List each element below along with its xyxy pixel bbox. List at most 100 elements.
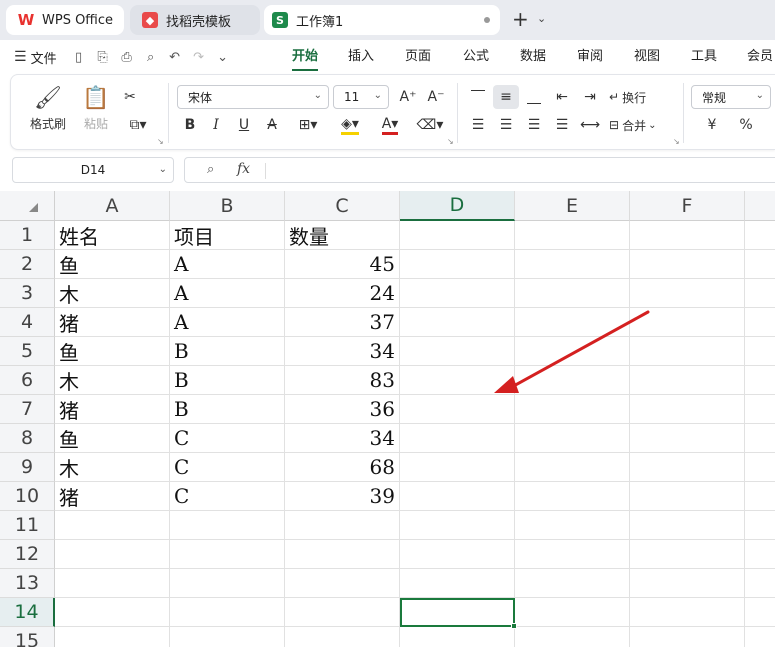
column-header-b[interactable]: B: [170, 191, 285, 221]
font-size-select[interactable]: 11 ⌄: [333, 85, 389, 109]
cell-b13[interactable]: [170, 569, 285, 598]
row-header-3[interactable]: 3: [0, 279, 55, 308]
tab-daoke-templates[interactable]: ◆ 找稻壳模板: [130, 5, 260, 35]
unsaved-dot-icon[interactable]: [484, 17, 490, 23]
cell-d8[interactable]: [400, 424, 515, 453]
wrap-text-button[interactable]: ↵ 换行: [609, 85, 646, 109]
cell-g7[interactable]: [745, 395, 775, 424]
cell-d5[interactable]: [400, 337, 515, 366]
cell-b15[interactable]: [170, 627, 285, 647]
cell-f1[interactable]: [630, 221, 745, 250]
cell-c10[interactable]: 39: [285, 482, 400, 511]
cell-a7[interactable]: 猪: [55, 395, 170, 424]
increase-font-button[interactable]: A⁺: [395, 85, 421, 109]
align-middle-button[interactable]: ≡: [493, 85, 519, 109]
cell-c5[interactable]: 34: [285, 337, 400, 366]
column-header-e[interactable]: E: [515, 191, 630, 221]
justify-button[interactable]: ☰: [549, 113, 575, 137]
cell-e4[interactable]: [515, 308, 630, 337]
export-icon[interactable]: ⎘: [91, 45, 115, 69]
cell-g14[interactable]: [745, 598, 775, 627]
align-left-button[interactable]: ☰: [465, 113, 491, 137]
chevron-down-icon[interactable]: ⌄: [211, 45, 235, 69]
cell-c14[interactable]: [285, 598, 400, 627]
row-header-2[interactable]: 2: [0, 250, 55, 279]
currency-button[interactable]: ¥: [695, 113, 729, 137]
cell-c6[interactable]: 83: [285, 366, 400, 395]
cell-a1[interactable]: 姓名: [55, 221, 170, 250]
cell-g3[interactable]: [745, 279, 775, 308]
cell-d3[interactable]: [400, 279, 515, 308]
cell-d15[interactable]: [400, 627, 515, 647]
row-header-10[interactable]: 10: [0, 482, 55, 511]
row-header-5[interactable]: 5: [0, 337, 55, 366]
cut-button[interactable]: ✂: [117, 85, 143, 109]
row-header-9[interactable]: 9: [0, 453, 55, 482]
cell-f11[interactable]: [630, 511, 745, 540]
new-tab-plus-icon[interactable]: +: [512, 9, 529, 29]
cell-e3[interactable]: [515, 279, 630, 308]
print-preview-icon[interactable]: ⌕: [139, 45, 163, 69]
cell-c2[interactable]: 45: [285, 250, 400, 279]
cell-b4[interactable]: A: [170, 308, 285, 337]
clear-format-button[interactable]: ⌫▾: [413, 113, 447, 137]
number-format-select[interactable]: 常规 ⌄: [691, 85, 771, 109]
print-icon[interactable]: ⎙: [115, 45, 139, 69]
cell-a5[interactable]: 鱼: [55, 337, 170, 366]
cell-c1[interactable]: 数量: [285, 221, 400, 250]
cell-f10[interactable]: [630, 482, 745, 511]
cell-g8[interactable]: [745, 424, 775, 453]
row-header-11[interactable]: 11: [0, 511, 55, 540]
cell-c8[interactable]: 34: [285, 424, 400, 453]
strikethrough-button[interactable]: A: [259, 113, 285, 137]
dialog-launcher-icon[interactable]: ↘: [157, 137, 164, 146]
cell-a15[interactable]: [55, 627, 170, 647]
chevron-down-icon[interactable]: ⌄: [537, 12, 546, 25]
redo-icon[interactable]: ↷: [187, 45, 211, 69]
tab-formula[interactable]: 公式: [463, 40, 489, 74]
cell-b7[interactable]: B: [170, 395, 285, 424]
cell-g2[interactable]: [745, 250, 775, 279]
dialog-launcher-icon[interactable]: ↘: [673, 137, 680, 146]
cell-d7[interactable]: [400, 395, 515, 424]
file-menu[interactable]: 文件: [31, 48, 57, 67]
align-bottom-button[interactable]: ⎽: [521, 85, 547, 109]
cell-a9[interactable]: 木: [55, 453, 170, 482]
cell-d12[interactable]: [400, 540, 515, 569]
italic-button[interactable]: I: [203, 113, 229, 137]
cell-c4[interactable]: 37: [285, 308, 400, 337]
font-color-button[interactable]: A▾: [373, 113, 407, 137]
cell-d1[interactable]: [400, 221, 515, 250]
row-header-4[interactable]: 4: [0, 308, 55, 337]
hamburger-menu-icon[interactable]: ☰: [14, 49, 27, 65]
cell-b11[interactable]: [170, 511, 285, 540]
decrease-indent-button[interactable]: ⇤: [549, 85, 575, 109]
cell-f9[interactable]: [630, 453, 745, 482]
dialog-launcher-icon[interactable]: ↘: [447, 137, 454, 146]
cell-f5[interactable]: [630, 337, 745, 366]
bold-button[interactable]: B: [177, 113, 203, 137]
cell-b1[interactable]: 项目: [170, 221, 285, 250]
cell-d13[interactable]: [400, 569, 515, 598]
cell-f2[interactable]: [630, 250, 745, 279]
cell-e12[interactable]: [515, 540, 630, 569]
fx-icon[interactable]: fx: [237, 161, 250, 177]
cell-g15[interactable]: [745, 627, 775, 647]
row-header-15[interactable]: 15: [0, 627, 55, 647]
cell-a13[interactable]: [55, 569, 170, 598]
cell-g10[interactable]: [745, 482, 775, 511]
tab-data[interactable]: 数据: [520, 40, 546, 74]
tab-review[interactable]: 审阅: [577, 40, 603, 74]
save-icon[interactable]: ▯: [67, 45, 91, 69]
column-header-f[interactable]: F: [630, 191, 745, 221]
row-header-7[interactable]: 7: [0, 395, 55, 424]
cell-e5[interactable]: [515, 337, 630, 366]
cell-f4[interactable]: [630, 308, 745, 337]
cell-c13[interactable]: [285, 569, 400, 598]
cell-e2[interactable]: [515, 250, 630, 279]
cell-b14[interactable]: [170, 598, 285, 627]
cell-g9[interactable]: [745, 453, 775, 482]
cell-b2[interactable]: A: [170, 250, 285, 279]
cell-a11[interactable]: [55, 511, 170, 540]
cell-c15[interactable]: [285, 627, 400, 647]
